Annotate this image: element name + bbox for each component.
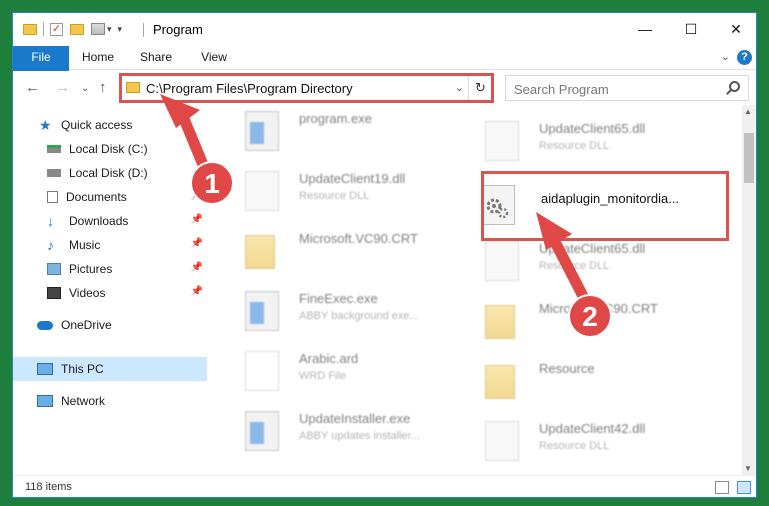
file-item[interactable]: UpdateClient65.dll Resource DLL bbox=[469, 115, 699, 165]
star-icon: ★ bbox=[39, 117, 52, 133]
file-item[interactable]: Microsoft.VC90.CRT bbox=[229, 225, 459, 275]
ribbon-tabs: File Home Share View ⌄ ? bbox=[13, 46, 756, 96]
file-item[interactable]: Resource bbox=[469, 355, 699, 405]
pin-icon[interactable]: 📌 bbox=[191, 238, 203, 249]
details-view-icon[interactable] bbox=[715, 481, 729, 494]
explorer-window: ✓ ▾ ▾ Program — ☐ ✕ File Home Share View… bbox=[12, 12, 757, 498]
folder-icon[interactable] bbox=[23, 23, 37, 35]
file-item[interactable]: program.exe bbox=[229, 105, 459, 155]
drive-icon bbox=[47, 169, 61, 177]
dll-file-icon bbox=[485, 121, 519, 161]
back-arrow-icon[interactable]: ← bbox=[25, 79, 40, 96]
file-item[interactable]: Arabic.ard WRD File bbox=[229, 345, 459, 395]
large-icons-view-icon[interactable] bbox=[737, 481, 751, 494]
dropdown-icon[interactable]: ▾ bbox=[107, 24, 112, 35]
exe-file-icon bbox=[245, 291, 279, 331]
sidebar-item-local-disk-c[interactable]: Local Disk (C:) bbox=[13, 137, 207, 161]
sidebar-item-this-pc[interactable]: This PC bbox=[13, 357, 207, 381]
folder-icon bbox=[245, 235, 275, 269]
sidebar-item-onedrive[interactable]: OneDrive bbox=[13, 313, 207, 337]
network-icon bbox=[37, 395, 53, 407]
separator bbox=[43, 22, 44, 36]
tab-home[interactable]: Home bbox=[73, 46, 123, 69]
exe-file-icon bbox=[245, 411, 279, 451]
sidebar-item-videos[interactable]: Videos 📌 bbox=[13, 281, 207, 305]
customize-toolbar-icon[interactable]: ▾ bbox=[118, 24, 123, 35]
drive-icon bbox=[47, 145, 61, 153]
sidebar-item-music[interactable]: ♪ Music 📌 bbox=[13, 233, 207, 257]
vertical-scrollbar[interactable]: ▲ ▼ bbox=[742, 105, 756, 475]
address-row: ← → ⌄ ↑ C:\Program Files\Program Directo… bbox=[13, 71, 756, 105]
new-folder-icon[interactable] bbox=[70, 23, 84, 35]
sidebar-item-local-disk-d[interactable]: Local Disk (D:) bbox=[13, 161, 207, 185]
file-list: program.exe UpdateClient19.dll Resource … bbox=[209, 105, 745, 475]
exe-file-icon bbox=[245, 111, 279, 151]
tab-view[interactable]: View bbox=[189, 46, 239, 69]
up-arrow-icon[interactable]: ↑ bbox=[99, 79, 107, 96]
pin-icon[interactable]: 📌 bbox=[191, 190, 203, 201]
file-item[interactable]: UpdateClient65.dll Resource DLL bbox=[469, 235, 699, 285]
scroll-down-icon[interactable]: ▼ bbox=[744, 464, 752, 473]
tab-share[interactable]: Share bbox=[131, 46, 181, 69]
file-item[interactable]: UpdateClient42.dll Resource DLL bbox=[469, 415, 699, 465]
file-item[interactable]: UpdateInstaller.exe ABBY updates install… bbox=[229, 405, 459, 455]
window-title: Program bbox=[153, 22, 203, 37]
search-input[interactable]: Search Program bbox=[505, 75, 749, 101]
navigation-pane: ★ Quick access Local Disk (C:) Local Dis… bbox=[13, 105, 207, 475]
file-item[interactable]: FineExec.exe ABBY background exe... bbox=[229, 285, 459, 335]
status-bar: 118 items bbox=[13, 475, 756, 497]
sidebar-item-downloads[interactable]: ↓ Downloads 📌 bbox=[13, 209, 207, 233]
pictures-icon bbox=[47, 263, 61, 275]
quick-access-toolbar: ✓ ▾ ▾ bbox=[23, 22, 122, 36]
properties-icon[interactable] bbox=[91, 23, 105, 35]
dll-file-icon bbox=[245, 171, 279, 211]
search-placeholder: Search Program bbox=[514, 82, 609, 97]
address-highlight-box bbox=[119, 73, 494, 103]
file-item[interactable]: Microsoft.VC90.CRT bbox=[469, 295, 699, 345]
search-icon[interactable] bbox=[729, 81, 740, 92]
music-icon: ♪ bbox=[47, 237, 54, 253]
chevron-down-icon[interactable]: ⌄ bbox=[721, 50, 730, 63]
sidebar-item-network[interactable]: Network bbox=[13, 389, 207, 413]
videos-icon bbox=[47, 287, 61, 299]
file-item[interactable]: UpdateClient19.dll Resource DLL bbox=[229, 165, 459, 215]
folder-icon bbox=[485, 305, 515, 339]
help-icon[interactable]: ? bbox=[737, 50, 752, 65]
documents-icon bbox=[47, 191, 58, 203]
dll-file-icon bbox=[485, 241, 519, 281]
minimize-button[interactable]: — bbox=[622, 13, 668, 45]
sidebar-item-documents[interactable]: Documents 📌 bbox=[13, 185, 207, 209]
pin-icon[interactable]: 📌 bbox=[191, 286, 203, 297]
close-button[interactable]: ✕ bbox=[713, 13, 756, 45]
properties-check-icon[interactable]: ✓ bbox=[50, 22, 63, 36]
download-icon: ↓ bbox=[47, 213, 54, 229]
forward-arrow-icon[interactable]: → bbox=[55, 79, 70, 96]
scroll-up-icon[interactable]: ▲ bbox=[744, 107, 752, 116]
scrollbar-thumb[interactable] bbox=[744, 133, 754, 183]
folder-icon bbox=[485, 365, 515, 399]
document-file-icon bbox=[245, 351, 279, 391]
pin-icon[interactable]: 📌 bbox=[191, 214, 203, 225]
recent-locations-icon[interactable]: ⌄ bbox=[81, 83, 89, 94]
cloud-icon bbox=[37, 320, 53, 330]
maximize-button[interactable]: ☐ bbox=[668, 13, 714, 45]
title-bar: ✓ ▾ ▾ Program — ☐ ✕ bbox=[13, 13, 756, 46]
item-count: 118 items bbox=[25, 481, 72, 493]
sidebar-item-pictures[interactable]: Pictures 📌 bbox=[13, 257, 207, 281]
computer-icon bbox=[37, 363, 53, 375]
sidebar-item-quick-access[interactable]: ★ Quick access bbox=[13, 113, 207, 137]
dll-file-icon bbox=[485, 421, 519, 461]
pin-icon[interactable]: 📌 bbox=[191, 262, 203, 273]
file-highlight-box bbox=[481, 171, 729, 241]
